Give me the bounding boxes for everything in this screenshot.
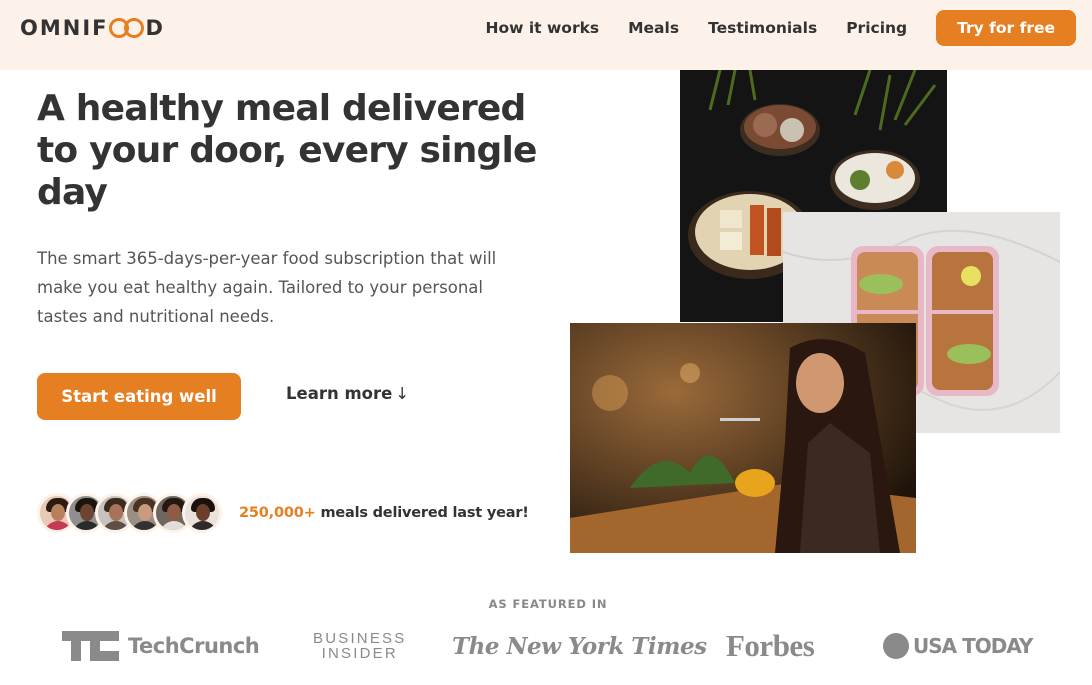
forbes-logo: Forbes xyxy=(726,626,815,666)
meals-delivered-text: 250,000+ meals delivered last year! xyxy=(239,505,529,521)
try-for-free-button[interactable]: Try for free xyxy=(936,10,1076,46)
techcrunch-logo: TechCrunch xyxy=(62,626,260,666)
nav-link-how-it-works[interactable]: How it works xyxy=(486,19,600,37)
usa-today-logo: USA TODAY xyxy=(883,626,1033,666)
nav-link-testimonials[interactable]: Testimonials xyxy=(708,19,817,37)
usa-today-dot-icon xyxy=(883,633,909,659)
meals-delivered-count: 250,000+ xyxy=(239,505,316,521)
hero-title: A healthy meal delivered to your door, e… xyxy=(37,88,537,213)
hero-description: The smart 365-days-per-year food subscri… xyxy=(37,249,497,326)
techcrunch-mark-icon xyxy=(62,631,119,661)
nav-link-meals[interactable]: Meals xyxy=(628,19,679,37)
business-insider-logo: BUSINESS INSIDER xyxy=(313,626,406,666)
start-eating-well-button[interactable]: Start eating well xyxy=(37,373,241,420)
main-nav: How it works Meals Testimonials Pricing … xyxy=(486,10,1076,46)
woman-eating-image xyxy=(570,323,916,553)
new-york-times-wordmark: The New York Times xyxy=(452,632,707,660)
customer-avatar xyxy=(182,493,222,533)
learn-more-label: Learn more xyxy=(286,384,393,403)
site-header: OMNIF D How it works Meals Testimonials … xyxy=(0,0,1092,70)
meals-delivered-label: meals delivered last year! xyxy=(320,505,529,521)
learn-more-button[interactable]: Learn more ↓ xyxy=(286,384,409,403)
omnifood-logo[interactable]: OMNIF D xyxy=(20,16,165,40)
forbes-wordmark: Forbes xyxy=(726,628,815,663)
arrow-down-icon: ↓ xyxy=(395,384,410,403)
logo-rings-icon xyxy=(109,18,145,38)
logo-text: OMNIF xyxy=(20,16,109,40)
nav-link-pricing[interactable]: Pricing xyxy=(846,19,907,37)
logo-text-end: D xyxy=(145,16,165,40)
featured-in-title: AS FEATURED IN xyxy=(488,597,608,611)
business-insider-line-2: INSIDER xyxy=(321,645,398,662)
usa-today-wordmark: USA TODAY xyxy=(913,634,1033,658)
techcrunch-wordmark: TechCrunch xyxy=(128,634,260,658)
business-insider-line-1: BUSINESS xyxy=(313,630,407,647)
customer-avatars xyxy=(37,493,222,535)
new-york-times-logo: The New York Times xyxy=(452,626,707,666)
